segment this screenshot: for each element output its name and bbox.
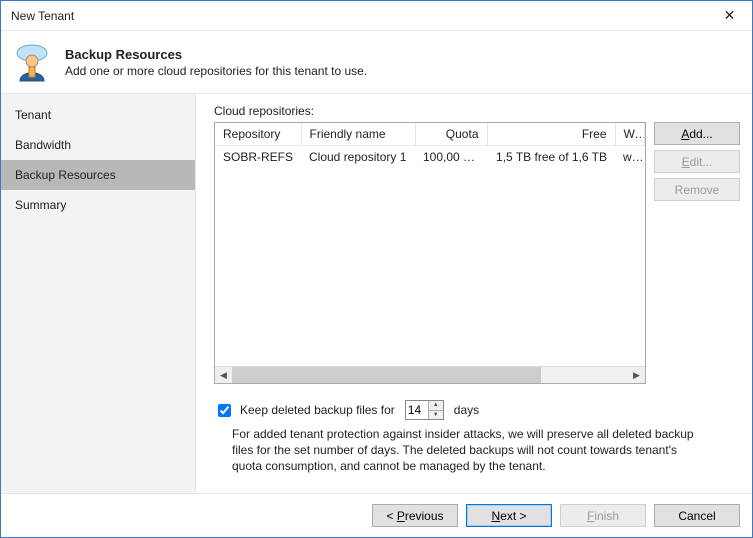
sidebar-item-bandwidth[interactable]: Bandwidth — [1, 130, 195, 160]
cancel-button[interactable]: Cancel — [654, 504, 740, 527]
scroll-right-icon[interactable]: ▶ — [628, 367, 645, 384]
next-button[interactable]: Next > — [466, 504, 552, 527]
keep-days-input[interactable] — [406, 401, 428, 419]
table-row[interactable]: SOBR-REFS Cloud repository 1 100,00 GB 1… — [215, 146, 645, 169]
wizard-header: Backup Resources Add one or more cloud r… — [1, 31, 752, 94]
col-wan[interactable]: WAN — [615, 123, 645, 146]
previous-button[interactable]: < Previous — [372, 504, 458, 527]
keep-deleted-checkbox[interactable] — [218, 404, 231, 417]
finish-button: Finish — [560, 504, 646, 527]
cloud-repos-table[interactable]: Repository Friendly name Quota Free WAN … — [214, 122, 646, 384]
sidebar-item-backup-resources[interactable]: Backup Resources — [1, 160, 195, 190]
titlebar: New Tenant ✕ — [1, 1, 752, 31]
table-header-row: Repository Friendly name Quota Free WAN — [215, 123, 645, 146]
cell-free: 1,5 TB free of 1,6 TB — [487, 146, 615, 169]
col-repository[interactable]: Repository — [215, 123, 301, 146]
edit-button: Edit... — [654, 150, 740, 173]
cell-wan: wan1.cloudcon — [615, 146, 645, 169]
keep-deleted-label: Keep deleted backup files for — [240, 403, 395, 417]
cell-repository: SOBR-REFS — [215, 146, 301, 169]
add-button[interactable]: Add... — [654, 122, 740, 145]
keep-deleted-description: For added tenant protection against insi… — [232, 426, 702, 475]
keep-days-spinner[interactable]: ▲ ▼ — [405, 400, 444, 420]
header-description: Add one or more cloud repositories for t… — [65, 64, 367, 78]
sidebar-item-summary[interactable]: Summary — [1, 190, 195, 220]
spinner-down-icon[interactable]: ▼ — [429, 411, 443, 420]
cell-friendly: Cloud repository 1 — [301, 146, 415, 169]
wizard-footer: < Previous Next > Finish Cancel — [1, 493, 752, 537]
header-title: Backup Resources — [65, 47, 367, 62]
wizard-steps: Tenant Bandwidth Backup Resources Summar… — [1, 94, 196, 493]
scroll-thumb[interactable] — [232, 367, 541, 383]
sidebar-item-tenant[interactable]: Tenant — [1, 100, 195, 130]
keep-days-suffix: days — [454, 403, 479, 417]
scroll-left-icon[interactable]: ◀ — [215, 367, 232, 384]
cell-quota: 100,00 GB — [415, 146, 487, 169]
close-icon: ✕ — [724, 7, 736, 24]
col-quota[interactable]: Quota — [415, 123, 487, 146]
col-free[interactable]: Free — [487, 123, 615, 146]
close-button[interactable]: ✕ — [707, 1, 752, 30]
window-title: New Tenant — [11, 9, 707, 23]
horizontal-scrollbar[interactable]: ◀ ▶ — [215, 366, 645, 383]
remove-button: Remove — [654, 178, 740, 201]
spinner-up-icon[interactable]: ▲ — [429, 401, 443, 411]
cloud-repos-label: Cloud repositories: — [214, 104, 740, 118]
col-friendly[interactable]: Friendly name — [301, 123, 415, 146]
user-cloud-icon — [11, 41, 53, 83]
